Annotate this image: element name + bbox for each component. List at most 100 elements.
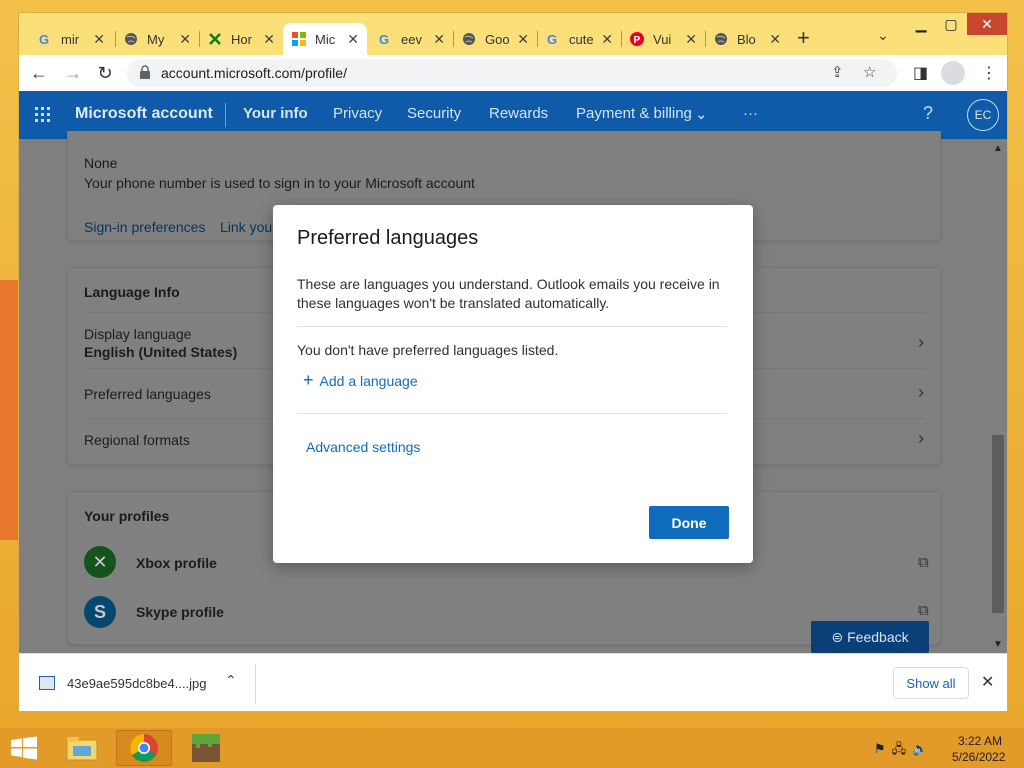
close-icon[interactable]: ✕ [769, 31, 781, 48]
desktop-wallpaper-strip [0, 280, 20, 540]
close-icon[interactable]: ✕ [263, 31, 275, 48]
nav-payment-billing[interactable]: Payment & billing [576, 105, 692, 122]
brand-title[interactable]: Microsoft account [75, 105, 213, 123]
url-text: account.microsoft.com/profile/ [161, 65, 347, 81]
preferred-languages-dialog: Preferred languages These are languages … [273, 205, 753, 563]
minimize-button[interactable]: ▁ [907, 13, 935, 35]
menu-icon[interactable]: ⋮ [981, 63, 997, 83]
address-bar[interactable]: account.microsoft.com/profile/ ⇪ ☆ [127, 59, 897, 87]
add-language-button[interactable]: + Add a language [303, 370, 418, 391]
side-panel-icon[interactable]: ◨ [913, 63, 928, 83]
new-tab-button[interactable]: + [797, 25, 810, 51]
tab-5[interactable]: G eev ✕ [369, 23, 453, 55]
tab-label: mir [61, 31, 80, 47]
xbox-logo-icon: ✕ [84, 546, 116, 578]
show-all-button[interactable]: Show all [893, 667, 969, 699]
external-link-icon[interactable]: ⧉ [918, 554, 929, 571]
advanced-settings-link[interactable]: Advanced settings [306, 439, 420, 455]
close-icon[interactable]: ✕ [981, 672, 994, 692]
preferred-languages-label: Preferred languages [84, 386, 211, 402]
add-language-label: Add a language [319, 372, 418, 389]
forward-icon[interactable]: → [61, 61, 85, 85]
scroll-up-icon[interactable]: ▲ [993, 143, 1003, 154]
divider [297, 326, 727, 327]
tab-8[interactable]: P Vui ✕ [621, 23, 705, 55]
tab-strip: G mir ✕ My ✕ Hor ✕ Mic ✕ G eev ✕ Goo ✕ G… [19, 13, 1007, 55]
regional-formats-label: Regional formats [84, 432, 190, 448]
reload-icon[interactable]: ↻ [93, 61, 117, 85]
back-icon[interactable]: ← [27, 61, 51, 85]
tab-2[interactable]: My ✕ [115, 23, 199, 55]
svg-text:G: G [39, 32, 49, 46]
tab-4-active[interactable]: Mic ✕ [283, 23, 367, 55]
nav-security[interactable]: Security [407, 105, 461, 122]
scroll-down-icon[interactable]: ▼ [993, 639, 1003, 650]
microsoft-icon [291, 31, 307, 47]
chrome-icon [130, 734, 158, 762]
clock-date[interactable]: 5/26/2022 [952, 750, 1005, 764]
chrome-taskbar-button[interactable] [116, 730, 172, 766]
help-icon[interactable]: ? [923, 103, 933, 124]
profile-icon[interactable] [941, 61, 965, 85]
taskbar: ⚑🖧🔈 3:22 AM 5/26/2022 [0, 728, 1024, 768]
maximize-button[interactable]: ▢ [937, 13, 965, 35]
nav-privacy[interactable]: Privacy [333, 105, 382, 122]
close-icon[interactable]: ✕ [601, 31, 613, 48]
feedback-button[interactable]: ⊜ Feedback [811, 621, 929, 653]
done-button[interactable]: Done [649, 506, 729, 539]
close-icon[interactable]: ✕ [179, 31, 191, 48]
google-icon: G [545, 31, 561, 47]
close-icon[interactable]: ✕ [347, 31, 359, 48]
tab-7[interactable]: G cute ✕ [537, 23, 621, 55]
close-window-button[interactable]: ✕ [967, 13, 1007, 35]
close-icon[interactable]: ✕ [685, 31, 697, 48]
close-icon[interactable]: ✕ [433, 31, 445, 48]
tab-label: My [147, 31, 165, 47]
close-icon[interactable]: ✕ [517, 31, 529, 48]
image-file-icon [39, 676, 55, 690]
dialog-title: Preferred languages [297, 227, 479, 249]
divider [297, 413, 727, 414]
skype-profile-link[interactable]: Skype profile [136, 604, 224, 620]
download-filename[interactable]: 43e9ae595dc8be4....jpg [67, 676, 207, 691]
xbox-icon [207, 31, 223, 47]
more-nav-button[interactable]: ··· [743, 105, 758, 122]
globe-icon [123, 31, 139, 47]
browser-toolbar: ← → ↻ account.microsoft.com/profile/ ⇪ ☆… [19, 55, 1007, 91]
share-icon[interactable]: ⇪ [831, 63, 844, 81]
dialog-description: These are languages you understand. Outl… [297, 276, 720, 311]
link-account-link[interactable]: Link your [220, 219, 277, 235]
svg-text:G: G [379, 32, 389, 46]
globe-icon [461, 31, 477, 47]
tab-3[interactable]: Hor ✕ [199, 23, 283, 55]
minecraft-taskbar-button[interactable] [178, 730, 234, 766]
svg-text:G: G [547, 32, 557, 46]
page-content: Microsoft account Your info Privacy Secu… [19, 91, 1007, 653]
file-explorer-taskbar-button[interactable] [54, 730, 110, 766]
external-link-icon[interactable]: ⧉ [918, 602, 929, 619]
star-icon[interactable]: ☆ [863, 63, 876, 81]
clock-time[interactable]: 3:22 AM [958, 734, 1002, 748]
chat-icon: ⊜ [831, 628, 844, 645]
system-tray-icons[interactable]: ⚑🖧🔈 [874, 740, 934, 762]
google-icon: G [37, 31, 53, 47]
browser-window: G mir ✕ My ✕ Hor ✕ Mic ✕ G eev ✕ Goo ✕ G… [18, 12, 1008, 712]
xbox-profile-link[interactable]: Xbox profile [136, 555, 217, 571]
avatar[interactable]: EC [967, 99, 999, 131]
folder-icon [66, 737, 98, 761]
scroll-thumb[interactable] [992, 435, 1004, 613]
chevron-up-icon[interactable]: ⌃ [225, 672, 237, 689]
language-info-title: Language Info [84, 284, 180, 300]
nav-your-info[interactable]: Your info [243, 105, 308, 122]
chevron-down-icon[interactable]: ⌄ [877, 27, 889, 44]
nav-rewards[interactable]: Rewards [489, 105, 548, 122]
tab-9[interactable]: Blo ✕ [705, 23, 789, 55]
close-icon[interactable]: ✕ [93, 31, 105, 48]
tab-label: eev [401, 31, 422, 47]
app-launcher-icon[interactable] [35, 107, 51, 123]
sign-in-preferences-link[interactable]: Sign-in preferences [84, 219, 205, 235]
chevron-down-icon[interactable]: ⌄ [695, 105, 708, 123]
tab-6[interactable]: Goo ✕ [453, 23, 537, 55]
tab-1[interactable]: G mir ✕ [29, 23, 113, 55]
windows-start-icon[interactable] [10, 736, 38, 760]
